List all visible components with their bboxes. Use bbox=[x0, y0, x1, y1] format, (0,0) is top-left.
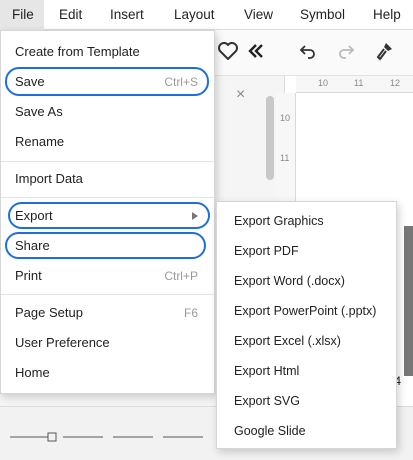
ruler-label: 11 bbox=[354, 78, 364, 88]
menu-edit[interactable]: Edit bbox=[59, 0, 82, 30]
menu-divider bbox=[1, 161, 214, 162]
format-painter-icon[interactable] bbox=[372, 39, 396, 63]
menu-divider bbox=[1, 294, 214, 295]
menu-item-label: Page Setup bbox=[15, 305, 83, 320]
ruler-label: 10 bbox=[280, 113, 291, 123]
heart-icon[interactable] bbox=[216, 39, 240, 63]
menu-item-label: Save As bbox=[15, 104, 63, 119]
menu-item-save-as[interactable]: Save As bbox=[1, 98, 214, 126]
dimension-shape-icons[interactable] bbox=[8, 425, 208, 445]
menu-item-create-from-template[interactable]: Create from Template bbox=[1, 38, 214, 66]
submenu-item-export-word[interactable]: Export Word (.docx) bbox=[217, 266, 396, 296]
menu-item-rename[interactable]: Rename bbox=[1, 128, 214, 156]
export-submenu: Export Graphics Export PDF Export Word (… bbox=[216, 201, 397, 449]
menu-bar: File Edit Insert Layout View Symbol Help bbox=[0, 0, 413, 30]
redo-icon[interactable] bbox=[334, 39, 358, 63]
close-icon[interactable]: × bbox=[236, 86, 245, 104]
menu-item-print[interactable]: Print Ctrl+P bbox=[1, 262, 214, 290]
highlight-ring-share bbox=[5, 232, 206, 259]
menu-view[interactable]: View bbox=[244, 0, 273, 30]
double-chevron-left-icon[interactable] bbox=[244, 39, 268, 63]
menu-item-import-data[interactable]: Import Data bbox=[1, 165, 214, 193]
submenu-item-export-graphics[interactable]: Export Graphics bbox=[217, 206, 396, 236]
highlight-ring-save bbox=[5, 67, 209, 96]
menu-file[interactable]: File bbox=[0, 0, 44, 30]
submenu-item-export-excel[interactable]: Export Excel (.xlsx) bbox=[217, 326, 396, 356]
undo-icon[interactable] bbox=[296, 39, 320, 63]
shortcut-label: F6 bbox=[183, 306, 198, 320]
menu-item-label: User Preference bbox=[15, 335, 110, 350]
menu-item-label: Home bbox=[15, 365, 50, 380]
menu-layout[interactable]: Layout bbox=[174, 0, 215, 30]
ruler-label: 11 bbox=[280, 153, 290, 163]
menu-item-label: Import Data bbox=[15, 171, 83, 186]
highlight-ring-export bbox=[8, 202, 210, 229]
menu-symbol[interactable]: Symbol bbox=[300, 0, 345, 30]
menu-item-user-preference[interactable]: User Preference bbox=[1, 329, 214, 357]
menu-divider bbox=[1, 197, 214, 198]
scrollbar-thumb[interactable] bbox=[266, 96, 274, 180]
shortcut-label: Ctrl+P bbox=[164, 269, 198, 283]
ruler-label: 12 bbox=[390, 78, 401, 88]
menu-item-label: Print bbox=[15, 268, 42, 283]
menu-insert[interactable]: Insert bbox=[110, 0, 144, 30]
ruler-label: 10 bbox=[318, 78, 329, 88]
submenu-item-export-svg[interactable]: Export SVG bbox=[217, 386, 396, 416]
submenu-item-export-powerpoint[interactable]: Export PowerPoint (.pptx) bbox=[217, 296, 396, 326]
submenu-item-export-html[interactable]: Export Html bbox=[217, 356, 396, 386]
menu-item-label: Create from Template bbox=[15, 44, 140, 59]
menu-item-label: Rename bbox=[15, 134, 65, 149]
menu-item-home[interactable]: Home bbox=[1, 359, 214, 387]
horizontal-ruler: 10 11 12 bbox=[296, 76, 413, 93]
page-edge-shape bbox=[404, 226, 413, 376]
submenu-item-export-pdf[interactable]: Export PDF bbox=[217, 236, 396, 266]
menu-item-page-setup[interactable]: Page Setup F6 bbox=[1, 299, 214, 327]
menu-help[interactable]: Help bbox=[373, 0, 401, 30]
submenu-item-google-slide[interactable]: Google Slide bbox=[217, 416, 396, 446]
